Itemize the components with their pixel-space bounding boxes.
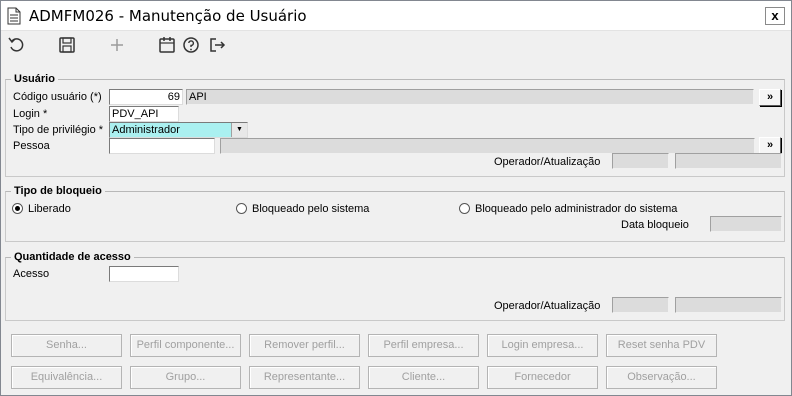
codigo-label: Código usuário (*) <box>13 91 102 103</box>
pessoa-input[interactable] <box>109 138 215 154</box>
radio-liberado[interactable] <box>12 203 23 214</box>
toolbar <box>1 31 791 59</box>
pessoa-description <box>220 138 755 154</box>
acesso-atualizacao-field <box>675 297 782 313</box>
acesso-legend: Quantidade de acesso <box>11 250 134 264</box>
equivalencia-button[interactable]: Equivalência... <box>11 366 122 389</box>
operador-field <box>612 153 669 169</box>
title-bar: ADMFM026 - Manutenção de Usuário x <box>1 1 791 31</box>
login-empresa-button[interactable]: Login empresa... <box>487 334 598 357</box>
grupo-button[interactable]: Grupo... <box>130 366 241 389</box>
bloqueio-group: Tipo de bloqueio Liberado Bloqueado pelo… <box>5 184 785 242</box>
reset-senha-pdv-button[interactable]: Reset senha PDV <box>606 334 717 357</box>
remover-perfil-button[interactable]: Remover perfil... <box>249 334 360 357</box>
radio-bloqueado-admin[interactable] <box>459 203 470 214</box>
codigo-description: API <box>186 89 754 105</box>
login-label: Login * <box>13 108 48 120</box>
privilegio-selected-value: Administrador <box>112 124 180 136</box>
operador-label: Operador/Atualização <box>494 156 601 168</box>
close-button[interactable]: x <box>765 7 785 25</box>
save-icon[interactable] <box>57 35 77 55</box>
acesso-label: Acesso <box>13 268 50 280</box>
exit-icon[interactable] <box>207 35 227 55</box>
codigo-input[interactable]: 69 <box>109 89 183 105</box>
login-input[interactable]: PDV_API <box>109 106 179 122</box>
cliente-button[interactable]: Cliente... <box>368 366 479 389</box>
representante-button[interactable]: Representante... <box>249 366 360 389</box>
acesso-operador-label: Operador/Atualização <box>494 300 601 312</box>
privilegio-select[interactable]: Administrador ▼ <box>109 122 248 138</box>
perfil-empresa-button[interactable]: Perfil empresa... <box>368 334 479 357</box>
radio-bloqueado-sistema[interactable] <box>236 203 247 214</box>
main-window: ADMFM026 - Manutenção de Usuário x Usuár… <box>0 0 792 396</box>
data-bloqueio-field <box>710 216 782 232</box>
window-title: ADMFM026 - Manutenção de Usuário <box>29 7 307 25</box>
acesso-input[interactable] <box>109 266 179 282</box>
pessoa-search-button[interactable]: » <box>759 137 781 154</box>
usuario-legend: Usuário <box>11 72 58 86</box>
codigo-search-button[interactable]: » <box>759 89 781 106</box>
acesso-operador-field <box>612 297 669 313</box>
document-icon <box>7 7 21 25</box>
bloqueado-sistema-label[interactable]: Bloqueado pelo sistema <box>252 202 369 216</box>
help-icon[interactable] <box>181 35 201 55</box>
pessoa-label: Pessoa <box>13 140 50 152</box>
senha-button[interactable]: Senha... <box>11 334 122 357</box>
acesso-group: Quantidade de acesso Acesso Operador/Atu… <box>5 250 785 321</box>
usuario-group: Usuário Código usuário (*) 69 API » Logi… <box>5 72 785 177</box>
data-bloqueio-label: Data bloqueio <box>621 219 689 231</box>
privilegio-label: Tipo de privilégio * <box>13 124 104 136</box>
bloqueado-admin-label[interactable]: Bloqueado pelo administrador do sistema <box>475 202 677 216</box>
chevron-down-icon[interactable]: ▼ <box>231 123 247 137</box>
undo-icon[interactable] <box>7 35 27 55</box>
calendar-icon[interactable] <box>157 35 177 55</box>
perfil-componente-button[interactable]: Perfil componente... <box>130 334 241 357</box>
bloqueio-legend: Tipo de bloqueio <box>11 184 105 198</box>
observacao-button[interactable]: Observação... <box>606 366 717 389</box>
atualizacao-field <box>675 153 782 169</box>
liberado-label[interactable]: Liberado <box>28 202 71 216</box>
fornecedor-button[interactable]: Fornecedor <box>487 366 598 389</box>
add-icon[interactable] <box>107 35 127 55</box>
